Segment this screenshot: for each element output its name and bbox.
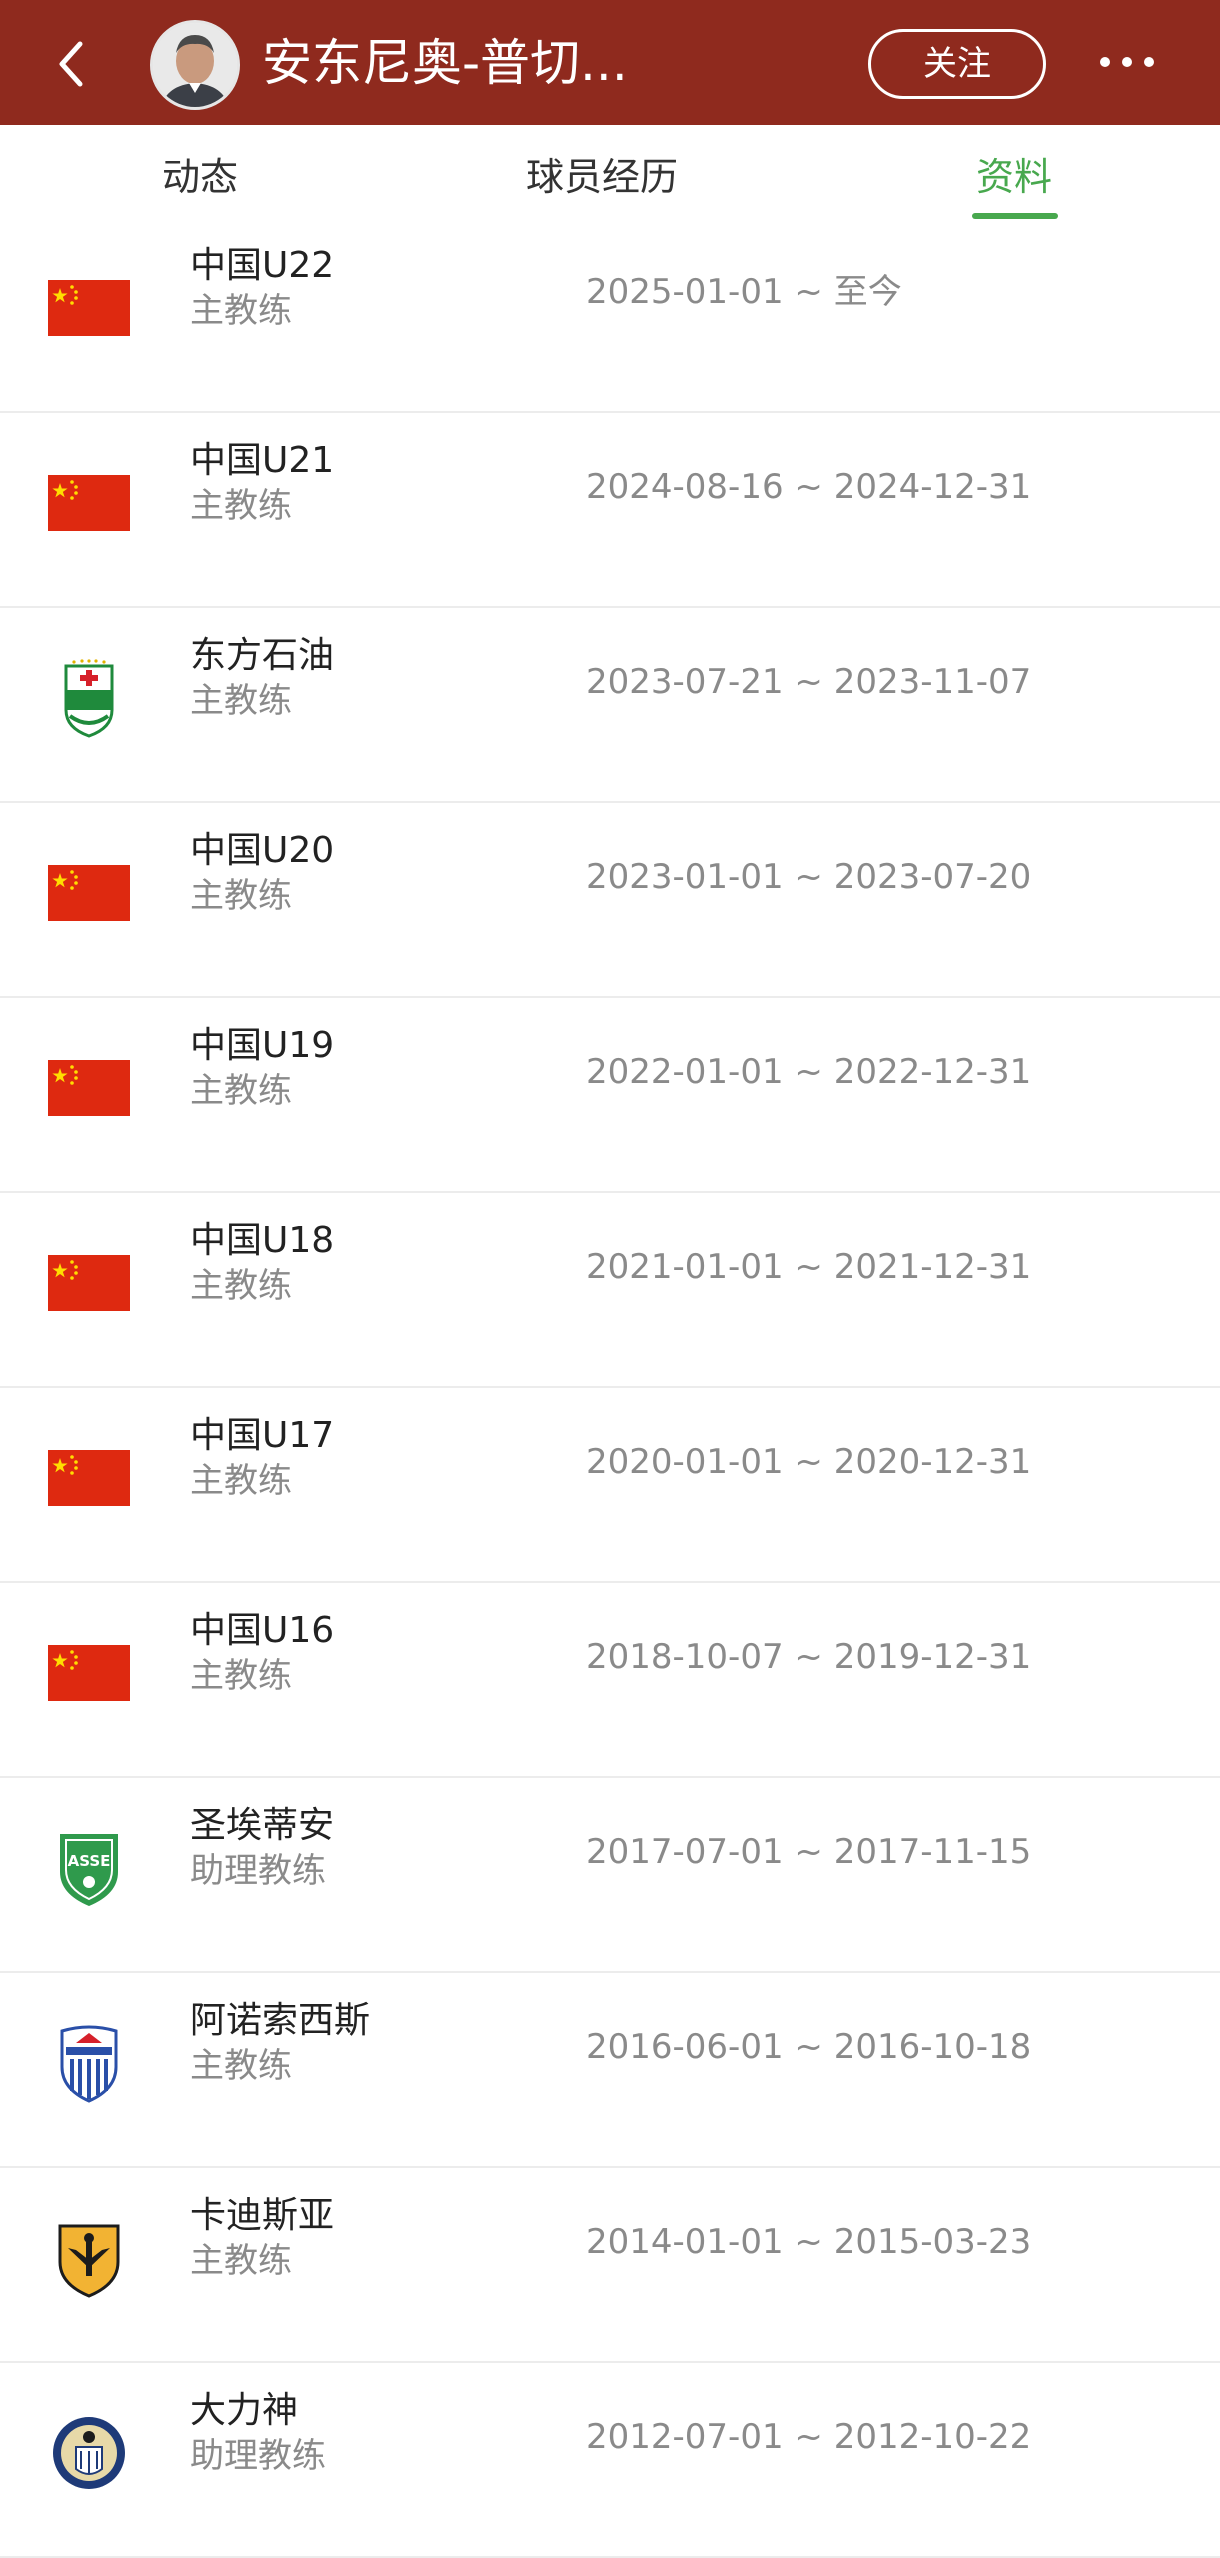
china-flag-icon — [48, 1645, 130, 1701]
career-row[interactable]: ASSE 圣埃蒂安 助理教练 2017-07-01 ~ 2017-11-15 — [0, 1778, 1220, 1973]
team-name: 卡迪斯亚 — [190, 2195, 335, 2236]
follow-button[interactable]: 关注 — [868, 29, 1046, 99]
svg-text:ASSE: ASSE — [68, 1852, 111, 1870]
coach-role: 主教练 — [190, 291, 292, 331]
page-title: 安东尼奥-普切... — [262, 34, 628, 92]
china-flag-icon — [48, 280, 130, 336]
back-arrow-icon[interactable] — [50, 36, 96, 92]
career-row[interactable]: 中国U20 主教练 2023-01-01 ~ 2023-07-20 — [0, 803, 1220, 998]
team-name: 中国U16 — [190, 1610, 335, 1651]
coach-role: 主教练 — [190, 1266, 292, 1306]
tenure-period: 2018-10-07 ~ 2019-12-31 — [586, 1637, 1032, 1677]
tab-player-career[interactable]: 球员经历 — [526, 149, 678, 205]
career-row[interactable]: 卡迪斯亚 主教练 2014-01-01 ~ 2015-03-23 — [0, 2168, 1220, 2363]
career-row[interactable]: 中国U16 主教练 2018-10-07 ~ 2019-12-31 — [0, 1583, 1220, 1778]
team-name: 中国U19 — [190, 1025, 335, 1066]
career-row[interactable]: 阿诺索西斯 主教练 2016-06-01 ~ 2016-10-18 — [0, 1973, 1220, 2168]
coach-role: 助理教练 — [190, 2436, 326, 2476]
hercules-crest-icon — [53, 2417, 125, 2489]
tenure-period: 2017-07-01 ~ 2017-11-15 — [586, 1832, 1032, 1872]
tenure-period: 2014-01-01 ~ 2015-03-23 — [586, 2222, 1032, 2262]
china-flag-icon — [48, 1255, 130, 1311]
tenure-period: 2023-01-01 ~ 2023-07-20 — [586, 857, 1032, 897]
coach-role: 主教练 — [190, 1461, 292, 1501]
china-flag-icon — [48, 1450, 130, 1506]
coach-role: 主教练 — [190, 2241, 292, 2281]
tenure-period: 2025-01-01 ~ 至今 — [586, 272, 902, 312]
tenure-period: 2012-07-01 ~ 2012-10-22 — [586, 2417, 1032, 2457]
coach-role: 主教练 — [190, 1071, 292, 1111]
coach-role: 助理教练 — [190, 1851, 326, 1891]
tab-feed[interactable]: 动态 — [162, 149, 238, 205]
coach-role: 主教练 — [190, 876, 292, 916]
coach-role: 主教练 — [190, 486, 292, 526]
coach-role: 主教练 — [190, 2046, 292, 2086]
china-flag-icon — [48, 475, 130, 531]
career-row[interactable]: 中国U22 主教练 2025-01-01 ~ 至今 — [0, 218, 1220, 413]
team-name: 大力神 — [190, 2390, 299, 2431]
career-row[interactable]: 中国U21 主教练 2024-08-16 ~ 2024-12-31 — [0, 413, 1220, 608]
career-row[interactable]: 中国U19 主教练 2022-01-01 ~ 2022-12-31 — [0, 998, 1220, 1193]
team-name: 东方石油 — [190, 635, 335, 676]
tenure-period: 2024-08-16 ~ 2024-12-31 — [586, 467, 1032, 507]
team-name: 中国U22 — [190, 245, 335, 286]
tab-bar: 动态 球员经历 资料 — [0, 125, 1220, 232]
china-flag-icon — [48, 1060, 130, 1116]
team-name: 中国U20 — [190, 830, 335, 871]
tenure-period: 2020-01-01 ~ 2020-12-31 — [586, 1442, 1032, 1482]
top-bar: 安东尼奥-普切... 关注 — [0, 0, 1220, 125]
tab-profile[interactable]: 资料 — [976, 149, 1052, 205]
coach-role: 主教练 — [190, 1656, 292, 1696]
team-name: 中国U18 — [190, 1220, 335, 1261]
career-row[interactable]: 东方石油 主教练 2023-07-21 ~ 2023-11-07 — [0, 608, 1220, 803]
china-flag-icon — [48, 865, 130, 921]
qadsia-crest-icon — [58, 2224, 120, 2298]
team-name: 圣埃蒂安 — [190, 1805, 335, 1846]
tenure-period: 2021-01-01 ~ 2021-12-31 — [586, 1247, 1032, 1287]
oriente-petrolero-crest-icon — [64, 659, 114, 738]
team-name: 阿诺索西斯 — [190, 2000, 371, 2041]
more-icon[interactable] — [1094, 42, 1160, 82]
career-row[interactable]: 中国U18 主教练 2021-01-01 ~ 2021-12-31 — [0, 1193, 1220, 1388]
tenure-period: 2023-07-21 ~ 2023-11-07 — [586, 662, 1032, 702]
career-row[interactable]: 中国U17 主教练 2020-01-01 ~ 2020-12-31 — [0, 1388, 1220, 1583]
career-row[interactable]: 大力神 助理教练 2012-07-01 ~ 2012-10-22 — [0, 2363, 1220, 2558]
tenure-period: 2016-06-01 ~ 2016-10-18 — [586, 2027, 1032, 2067]
tenure-period: 2022-01-01 ~ 2022-12-31 — [586, 1052, 1032, 1092]
asse-crest-icon: ASSE — [60, 1834, 118, 1906]
anorthosis-crest-icon — [60, 2025, 118, 2103]
coach-avatar[interactable] — [150, 20, 240, 110]
team-name: 中国U21 — [190, 440, 335, 481]
team-name: 中国U17 — [190, 1415, 335, 1456]
coach-role: 主教练 — [190, 681, 292, 721]
